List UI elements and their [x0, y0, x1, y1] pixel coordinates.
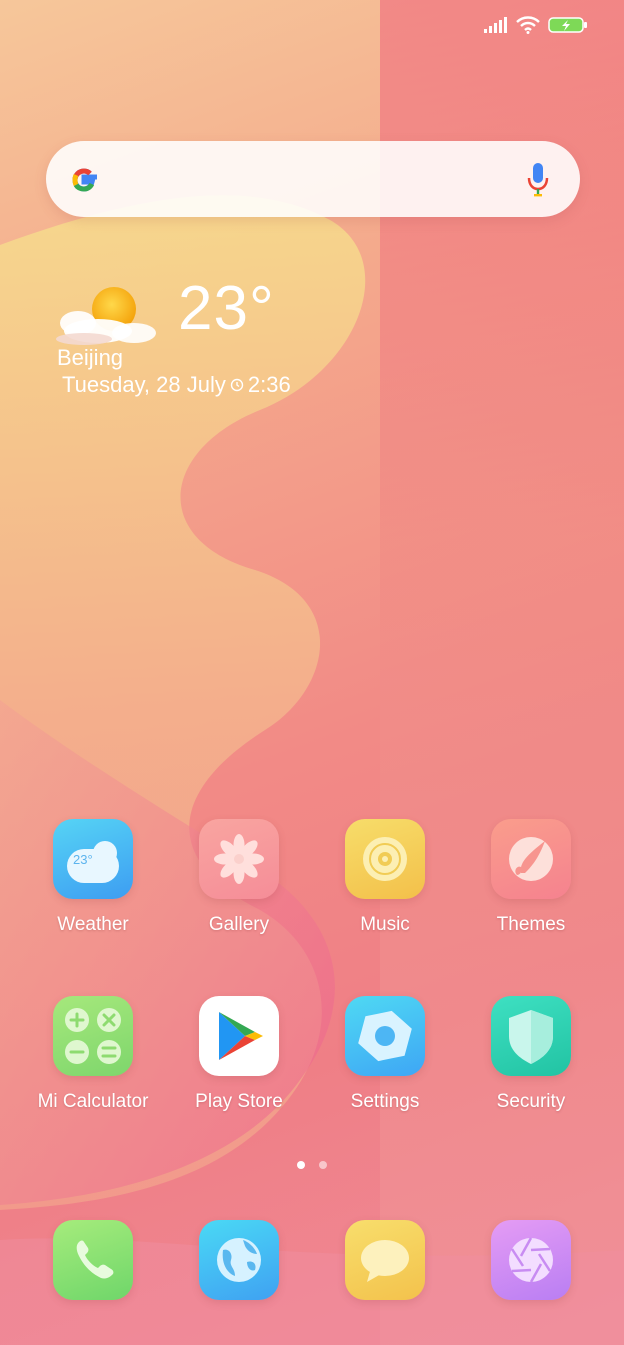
- app-label: Security: [496, 1091, 566, 1112]
- settings-app-icon: [345, 996, 425, 1076]
- themes-app-icon: [491, 819, 571, 899]
- app-security[interactable]: Security: [458, 996, 604, 1113]
- app-label: Weather: [57, 914, 129, 935]
- date-text: Tuesday, 28 July: [62, 372, 226, 397]
- dock-camera[interactable]: [458, 1220, 604, 1300]
- signal-bars-icon: [484, 17, 507, 33]
- page-dot-active[interactable]: [297, 1161, 305, 1169]
- dock-phone[interactable]: [20, 1220, 166, 1300]
- security-app-icon: [491, 996, 571, 1076]
- app-label: Gallery: [208, 914, 270, 935]
- app-gallery[interactable]: Gallery: [166, 819, 312, 936]
- app-play-store[interactable]: Play Store: [166, 996, 312, 1113]
- google-search-bar[interactable]: [46, 141, 580, 217]
- app-label: Play Store: [195, 1091, 283, 1112]
- date-time: Tuesday, 28 July 2:36: [62, 372, 291, 398]
- status-bar: [484, 16, 588, 34]
- app-themes[interactable]: Themes: [458, 819, 604, 936]
- weather-app-icon: 23°: [53, 819, 133, 899]
- google-g-icon: [72, 168, 97, 192]
- temperature: 23°: [178, 274, 275, 343]
- dock-messages[interactable]: [312, 1220, 458, 1300]
- messages-app-icon: [345, 1220, 425, 1300]
- app-mi-calculator[interactable]: Mi Calculator: [20, 996, 166, 1113]
- app-weather[interactable]: 23° Weather: [20, 819, 166, 936]
- app-settings[interactable]: Settings: [312, 996, 458, 1113]
- microphone-icon[interactable]: [526, 163, 550, 197]
- battery-charging-icon: [548, 17, 587, 33]
- dock-browser[interactable]: [166, 1220, 312, 1300]
- music-app-icon: [345, 819, 425, 899]
- time-text: 2:36: [247, 372, 291, 397]
- city-name: Beijing: [57, 345, 124, 370]
- app-label: Themes: [496, 914, 566, 935]
- play-store-app-icon: [199, 996, 279, 1076]
- camera-app-icon: [491, 1220, 571, 1300]
- page-indicator: [297, 1161, 327, 1169]
- page-dot[interactable]: [319, 1161, 327, 1169]
- home-screen: 23° Beijing Tuesday, 28 July 2:36 23° We…: [0, 0, 624, 1345]
- weather-app-badge: 23°: [73, 852, 93, 867]
- app-label: Settings: [350, 1091, 420, 1112]
- phone-app-icon: [53, 1220, 133, 1300]
- sun-cloud-icon: [56, 287, 156, 345]
- calculator-app-icon: [53, 996, 133, 1076]
- wifi-icon: [516, 16, 540, 34]
- app-label: Music: [360, 914, 410, 935]
- gallery-app-icon: [199, 819, 279, 899]
- browser-app-icon: [199, 1220, 279, 1300]
- clock-icon: [230, 378, 244, 392]
- app-music[interactable]: Music: [312, 819, 458, 936]
- app-label: Mi Calculator: [37, 1091, 149, 1112]
